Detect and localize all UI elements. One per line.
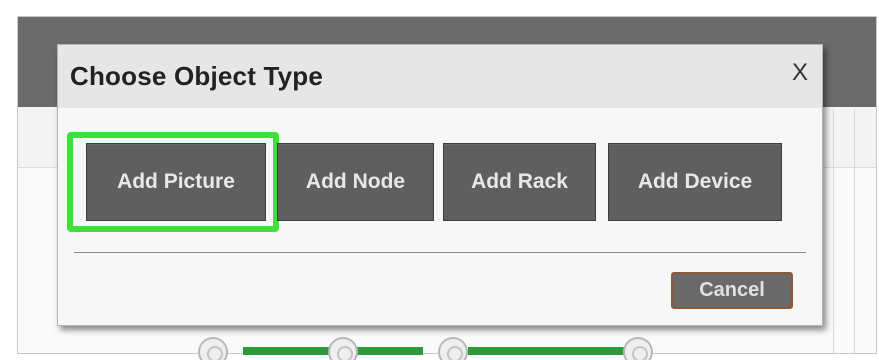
add-picture-button[interactable]: Add Picture [86,143,266,221]
cancel-button[interactable]: Cancel [671,272,793,309]
gear-icon [623,337,653,360]
background-divider-line [854,109,855,353]
add-device-button[interactable]: Add Device [608,143,782,221]
add-node-button[interactable]: Add Node [277,143,434,221]
choose-object-type-dialog: Choose Object Type X Add Picture Add Nod… [57,44,823,326]
gear-icon [198,337,228,360]
screen: Choose Object Type X Add Picture Add Nod… [0,0,879,360]
gear-icon [328,337,358,360]
dialog-divider [74,252,806,253]
close-button[interactable]: X [792,61,808,85]
gear-icon [438,337,468,360]
background-status-bar [468,347,628,355]
background-divider-line [833,109,834,353]
add-rack-button[interactable]: Add Rack [443,143,596,221]
dialog-header: Choose Object Type X [58,45,822,108]
dialog-title: Choose Object Type [70,61,324,91]
